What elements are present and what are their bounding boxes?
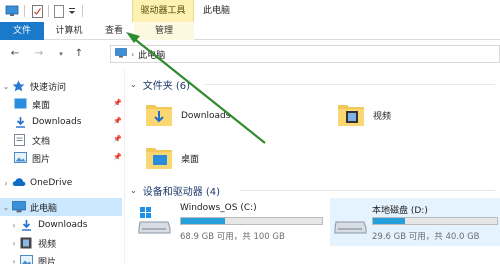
context-tab-group-drive-tools: 驱动器工具 (132, 0, 194, 22)
videos-folder-icon (337, 100, 365, 131)
collapse-chevron-icon[interactable]: ⌄ (130, 80, 137, 89)
recent-chevron-icon[interactable]: ▾ (54, 47, 68, 61)
downloads-icon (14, 116, 28, 128)
document-icon (14, 134, 28, 146)
nav-label: Downloads (32, 117, 82, 127)
folder-tile[interactable]: 视频 (337, 100, 391, 131)
cloud-icon (12, 177, 26, 189)
nav-onedrive[interactable]: › OneDrive (0, 174, 122, 192)
nav-label: 视频 (38, 239, 57, 250)
nav-videos[interactable]: › 视频 (8, 234, 130, 252)
back-arrow-icon[interactable]: ← (8, 47, 22, 61)
title-bar: 驱动器工具 此电脑 (0, 0, 500, 22)
collapse-chevron-icon[interactable]: › (8, 257, 20, 264)
collapse-chevron-icon[interactable]: ⌄ (130, 186, 137, 195)
windows-drive-icon (138, 206, 172, 239)
nav-label: 文档 (32, 136, 51, 147)
drive-tile-c[interactable]: Windows_OS (C:) 68.9 GB 可用，共 100 GB (138, 200, 328, 244)
tab-view[interactable]: 查看 (94, 22, 134, 40)
expand-chevron-icon[interactable]: ⌄ (0, 203, 12, 212)
pictures-icon (20, 255, 34, 264)
computer-icon (12, 201, 26, 213)
hard-drive-icon (334, 206, 368, 239)
nav-pc-pictures[interactable]: › 图片 (8, 252, 130, 264)
nav-pc-downloads[interactable]: › Downloads (8, 216, 130, 234)
window-title: 此电脑 (203, 6, 231, 16)
divider (240, 190, 495, 191)
separator (24, 5, 25, 17)
section-title: 设备和驱动器 (4) (142, 187, 221, 198)
pictures-icon (14, 152, 28, 164)
folder-name: 视频 (373, 112, 392, 122)
drive-name: Windows_OS (C:) (180, 203, 257, 213)
folder-name: Downloads (181, 110, 231, 121)
videos-icon (20, 237, 34, 249)
drive-size-text: 68.9 GB 可用，共 100 GB (180, 232, 285, 242)
tab-manage[interactable]: 管理 (134, 22, 194, 40)
nav-label: 图片 (32, 154, 51, 165)
address-bar[interactable]: › 此电脑 (110, 45, 500, 63)
nav-quick-access[interactable]: ⌄ 快速访问 (0, 77, 122, 95)
drive-usage-bar (372, 217, 498, 225)
nav-label: 桌面 (32, 100, 51, 111)
tab-file[interactable]: 文件 (0, 22, 44, 40)
up-arrow-icon[interactable]: ↑ (72, 47, 86, 61)
separator (48, 5, 49, 17)
nav-label: 此电脑 (30, 203, 58, 214)
separator (82, 5, 83, 17)
address-path: 此电脑 (138, 50, 166, 61)
tab-computer[interactable]: 计算机 (44, 22, 94, 40)
collapse-chevron-icon[interactable]: › (8, 239, 20, 248)
nav-label: 图片 (38, 257, 57, 264)
drive-tile-d[interactable]: 本地磁盘 (D:) 29.6 GB 可用，共 40.0 GB (334, 200, 500, 244)
breadcrumb-chevron-icon: › (131, 49, 135, 59)
section-title: 文件夹 (6) (142, 81, 191, 92)
desktop-icon (14, 98, 28, 110)
desktop-folder-icon (145, 143, 173, 174)
section-header-devices[interactable]: ⌄ 设备和驱动器 (4) (130, 183, 220, 198)
folder-name: 桌面 (181, 155, 200, 165)
pin-icon[interactable]: 📌 (113, 135, 122, 143)
expand-chevron-icon[interactable]: ⌄ (0, 82, 12, 91)
folder-tile[interactable]: Downloads (145, 100, 230, 131)
pin-icon[interactable]: 📌 (113, 117, 122, 125)
drive-size-text: 29.6 GB 可用，共 40.0 GB (372, 232, 480, 242)
drive-usage-bar (180, 217, 323, 225)
collapse-chevron-icon[interactable]: › (0, 179, 12, 188)
section-header-folders[interactable]: ⌄ 文件夹 (6) (130, 77, 190, 92)
drive-usage-fill (181, 218, 225, 224)
forward-arrow-icon[interactable]: → (32, 47, 46, 61)
drive-usage-fill (373, 218, 406, 224)
downloads-folder-icon (145, 100, 173, 131)
nav-label: Downloads (38, 220, 88, 230)
properties-icon[interactable] (30, 4, 44, 18)
pin-icon[interactable]: 📌 (113, 153, 122, 161)
downloads-icon (20, 219, 34, 231)
star-icon (12, 80, 26, 92)
computer-icon (115, 47, 127, 61)
new-folder-icon[interactable] (52, 4, 66, 18)
navigation-pane: ⌄ 快速访问 桌面 📌 Downloads 📌 文档 📌 图片 📌 › OneD… (0, 68, 125, 264)
address-row: ← → ▾ ↑ › 此电脑 (0, 41, 500, 67)
nav-label: OneDrive (30, 178, 73, 188)
ribbon-tab-bar: 文件 计算机 查看 管理 (0, 22, 500, 40)
nav-this-pc[interactable]: ⌄ 此电脑 (0, 198, 122, 216)
computer-icon[interactable] (4, 4, 20, 18)
folder-tile[interactable]: 桌面 (145, 143, 199, 174)
collapse-chevron-icon[interactable]: › (8, 221, 20, 230)
divider (205, 84, 495, 85)
nav-label: 快速访问 (30, 82, 67, 93)
pin-icon[interactable]: 📌 (113, 99, 122, 107)
customize-chevron-icon[interactable] (66, 4, 78, 18)
drive-name: 本地磁盘 (D:) (372, 206, 428, 216)
